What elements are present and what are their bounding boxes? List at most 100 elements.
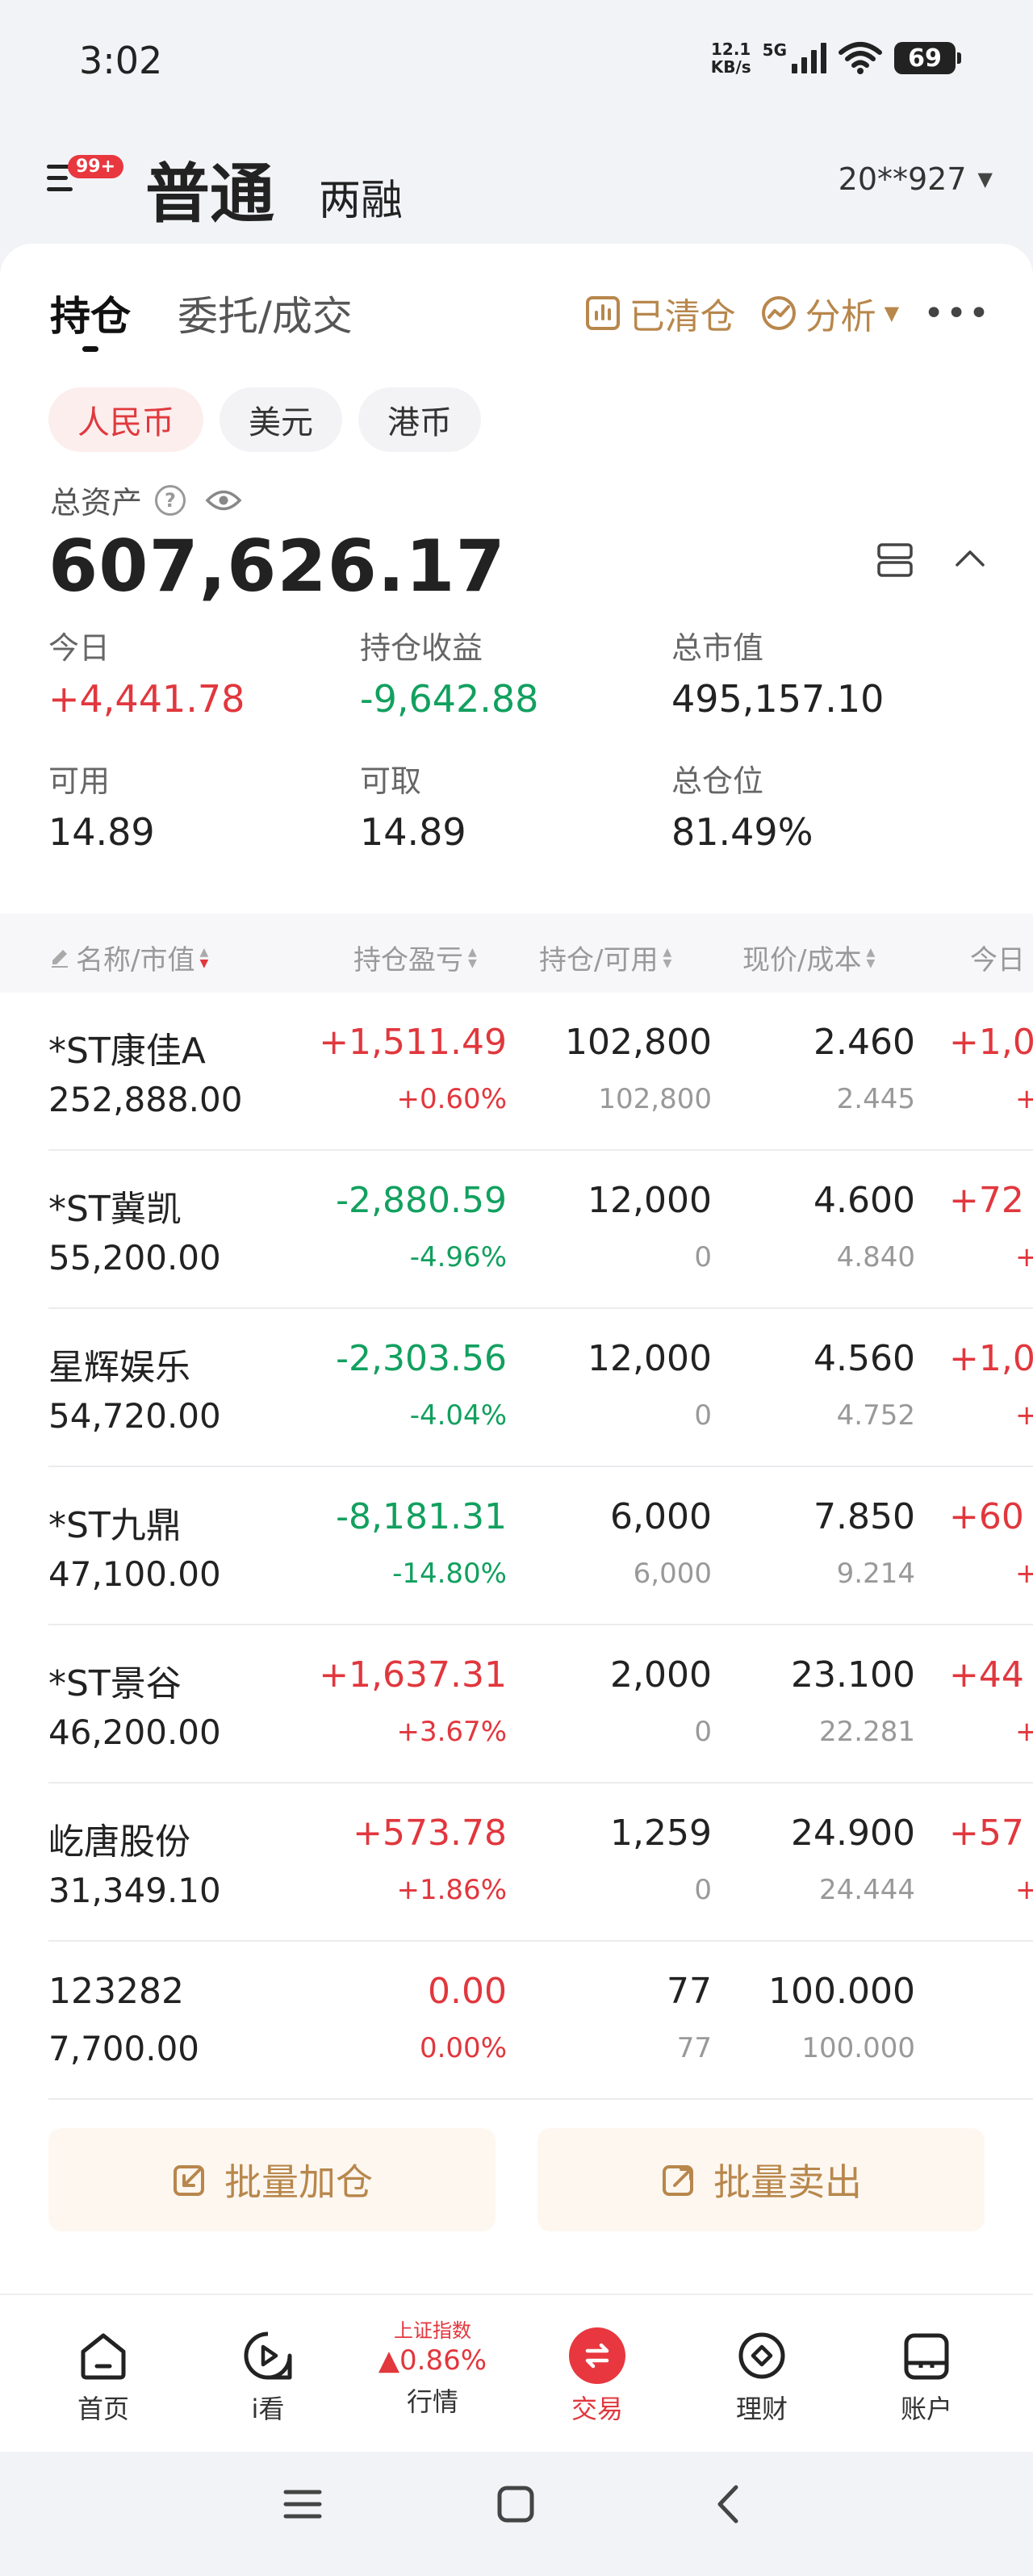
cleared-button[interactable]: 已清仓	[584, 287, 736, 339]
stat-position-ratio: 总仓位 81.49%	[671, 763, 813, 854]
table-header: 名称/市值 ▲ ▼ 持仓盈亏 ▲ ▼ 持仓/可用 ▲ ▼ 现价/成本 ▲ ▼ 今日	[0, 914, 1033, 993]
table-row[interactable]: 星辉娱乐 54,720.00 -2,303.56 -4.04% 12,000 0…	[0, 1309, 1033, 1467]
status-bar: 3:02 12.1 KB/s 5G 69	[0, 0, 1033, 121]
table-row[interactable]: *ST九鼎 47,100.00 -8,181.31 -14.80% 6,000 …	[0, 1467, 1033, 1625]
sort-icon: ▲ ▼	[199, 945, 209, 970]
today-pl-percent: +	[1015, 1716, 1033, 1748]
header-today[interactable]: 今日	[970, 938, 1025, 977]
position-pl-percent: -4.96%	[409, 1241, 507, 1273]
available-qty: 102,800	[598, 1083, 712, 1115]
nav-finance[interactable]: 理财	[697, 2327, 826, 2426]
play-icon	[244, 2331, 292, 2380]
position-pl: -2,303.56	[336, 1338, 507, 1379]
market-value: 46,200.00	[48, 1712, 221, 1752]
trade-icon	[569, 2327, 625, 2384]
table-row[interactable]: 123282 7,700.00 0.00 0.00% 77 77 100.000…	[0, 1942, 1033, 2100]
currency-usd[interactable]: 美元	[220, 387, 342, 452]
market-value: 7,700.00	[48, 2029, 200, 2068]
account-number: 20**927	[838, 161, 967, 197]
position-pl: -2,880.59	[336, 1180, 507, 1221]
sort-icon: ▲ ▼	[468, 945, 477, 970]
system-nav-bar	[0, 2452, 1033, 2576]
nav-account[interactable]: 账户	[862, 2327, 991, 2426]
position-pl-percent: +3.67%	[396, 1716, 508, 1748]
table-row[interactable]: *ST冀凯 55,200.00 -2,880.59 -4.96% 12,000 …	[0, 1151, 1033, 1309]
status-time: 3:02	[79, 39, 163, 82]
market-value: 252,888.00	[48, 1080, 243, 1119]
nav-market[interactable]: 上证指数 ▲0.86% 行情	[368, 2319, 497, 2419]
available-qty: 0	[694, 1874, 712, 1906]
bar-chart-icon	[585, 296, 620, 330]
eye-icon[interactable]	[205, 488, 242, 512]
currency-hkd[interactable]: 港币	[358, 387, 481, 452]
account-selector[interactable]: 20**927 ▼	[839, 161, 993, 197]
stock-name: 123282	[48, 1971, 184, 2012]
header-pl[interactable]: 持仓盈亏 ▲ ▼	[353, 938, 477, 977]
menu-icon[interactable]	[282, 2484, 323, 2524]
margin-account-tab[interactable]: 两融	[319, 166, 403, 227]
table-row[interactable]: 屹唐股份 31,349.10 +573.78 +1.86% 1,259 0 24…	[0, 1784, 1033, 1942]
position-pl: +1,637.31	[319, 1654, 507, 1696]
net-speed: 12.1 KB/s	[710, 40, 751, 77]
holding-qty: 102,800	[565, 1022, 712, 1063]
cost-price: 4.840	[836, 1241, 915, 1273]
current-price: 4.600	[813, 1180, 915, 1221]
batch-add-icon	[174, 2165, 204, 2196]
stock-name: *ST冀凯	[48, 1189, 182, 1230]
account-type-title[interactable]: 普通	[145, 142, 274, 236]
help-icon[interactable]: ?	[155, 484, 186, 516]
batch-add-button[interactable]: 批量加仓	[48, 2128, 496, 2231]
market-value: 47,100.00	[48, 1554, 221, 1594]
stock-name: *ST景谷	[48, 1663, 182, 1704]
sort-icon: ▲ ▼	[663, 945, 672, 970]
menu-button[interactable]: 99+	[47, 155, 124, 203]
holding-tabs: 持仓 委托/成交	[50, 284, 353, 352]
current-price: 4.560	[813, 1338, 915, 1379]
current-price: 100.000	[768, 1971, 915, 2012]
edit-icon	[52, 949, 68, 968]
holding-qty: 2,000	[610, 1654, 712, 1696]
currency-switch: 人民币 美元 港币	[48, 387, 481, 452]
analysis-button[interactable]: 分析 ▼	[760, 287, 899, 339]
header-name[interactable]: 名称/市值 ▲ ▼	[48, 938, 208, 977]
position-pl: +573.78	[353, 1813, 507, 1854]
batch-sell-icon	[663, 2165, 693, 2196]
position-pl-percent: -14.80%	[392, 1558, 507, 1590]
currency-cny[interactable]: 人民币	[48, 387, 203, 452]
tab-orders[interactable]: 委托/成交	[178, 284, 353, 342]
tab-holdings[interactable]: 持仓	[50, 284, 131, 352]
today-pl: +44	[949, 1654, 1024, 1696]
chevron-up-icon[interactable]	[952, 542, 988, 575]
stock-name: *ST九鼎	[48, 1505, 182, 1546]
home-square-icon[interactable]	[496, 2484, 536, 2524]
current-price: 23.100	[791, 1654, 915, 1696]
stock-name: 星辉娱乐	[48, 1347, 190, 1388]
available-qty: 6,000	[633, 1558, 712, 1590]
finance-icon	[738, 2332, 785, 2379]
nav-trade[interactable]: 交易	[533, 2327, 662, 2426]
holding-qty: 12,000	[588, 1338, 712, 1379]
table-row[interactable]: *ST景谷 46,200.00 +1,637.31 +3.67% 2,000 0…	[0, 1625, 1033, 1784]
holdings-list: *ST康佳A 252,888.00 +1,511.49 +0.60% 102,8…	[0, 993, 1033, 2100]
header-qty[interactable]: 持仓/可用 ▲ ▼	[539, 938, 671, 977]
available-qty: 0	[694, 1241, 712, 1273]
cost-price: 9.214	[836, 1558, 915, 1590]
nav-watch[interactable]: i看	[203, 2327, 332, 2426]
today-pl-percent: +	[1015, 1874, 1033, 1906]
wifi-icon	[839, 42, 882, 74]
layout-toggle-icon[interactable]	[876, 542, 914, 578]
status-icons: 12.1 KB/s 5G 69	[710, 40, 961, 77]
back-icon[interactable]	[709, 2484, 749, 2524]
market-value: 31,349.10	[48, 1871, 221, 1910]
position-pl: 0.00	[428, 1971, 507, 2012]
table-row[interactable]: *ST康佳A 252,888.00 +1,511.49 +0.60% 102,8…	[0, 993, 1033, 1151]
batch-sell-button[interactable]: 批量卖出	[537, 2128, 985, 2231]
today-pl: +1,08	[949, 1338, 1033, 1379]
nav-home[interactable]: 首页	[39, 2327, 168, 2426]
total-asset-label: 总资产 ?	[50, 478, 242, 522]
total-asset-value: 607,626.17	[48, 525, 506, 608]
header-price[interactable]: 现价/成本 ▲ ▼	[742, 938, 875, 977]
cost-price: 2.445	[836, 1083, 915, 1115]
caret-down-icon: ▼	[884, 302, 900, 324]
more-icon[interactable]: •••	[923, 293, 991, 334]
